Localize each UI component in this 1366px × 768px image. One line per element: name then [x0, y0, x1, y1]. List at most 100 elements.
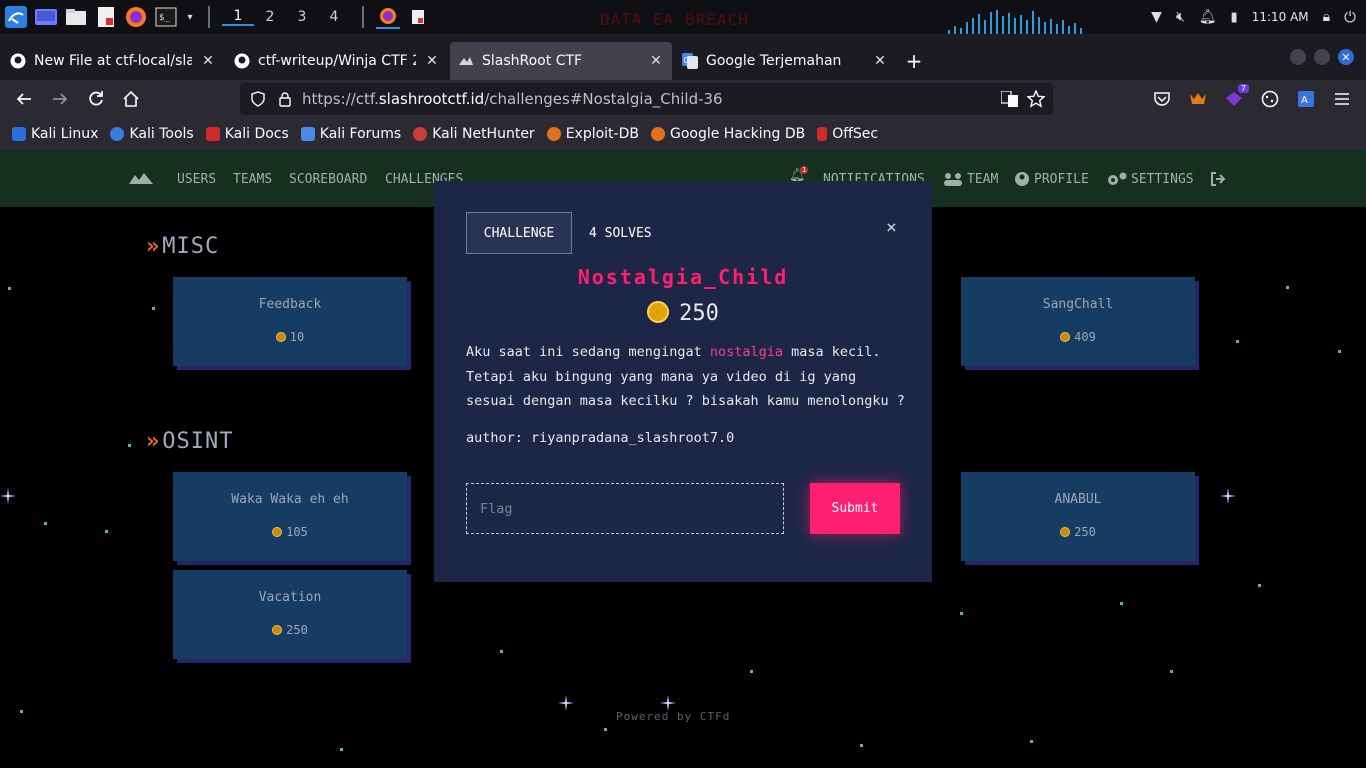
submit-button[interactable]: Submit — [810, 483, 900, 534]
file-manager-icon[interactable] — [64, 5, 88, 29]
tab-solves[interactable]: 4 SOLVES — [589, 212, 652, 254]
modal-close-button[interactable]: × — [886, 217, 897, 238]
tab-challenge[interactable]: CHALLENGE — [466, 212, 572, 254]
svg-text:$_: $_ — [159, 13, 170, 23]
bookmark-kali-linux[interactable]: Kali Linux — [12, 126, 98, 142]
tab-label: SlashRoot CTF — [482, 53, 583, 69]
user-circle-icon — [1015, 172, 1029, 186]
text-editor-icon[interactable] — [94, 5, 118, 29]
pocket-icon[interactable] — [1147, 84, 1177, 114]
bookmark-kali-tools[interactable]: Kali Tools — [110, 126, 194, 142]
challenge-card-vacation[interactable]: Vacation 250 — [173, 570, 407, 659]
kali-dragon-icon — [12, 127, 26, 141]
forward-button[interactable] — [42, 84, 78, 114]
shield-icon[interactable] — [250, 91, 266, 107]
translate-page-icon[interactable] — [1001, 91, 1019, 107]
bookmark-star-icon[interactable] — [1027, 90, 1045, 108]
url-bar[interactable]: https://ctf.slashrootctf.id/challenges#N… — [240, 83, 1053, 115]
star — [1258, 584, 1261, 587]
chevron-down-icon[interactable]: ▾ — [184, 5, 196, 29]
nav-users[interactable]: USERS — [177, 172, 216, 187]
bookmark-kali-docs[interactable]: Kali Docs — [205, 126, 289, 142]
workspace-1[interactable]: 1 — [222, 8, 254, 26]
nav-teams[interactable]: TEAMS — [233, 172, 272, 187]
translate-extension-icon[interactable]: A — [1291, 84, 1321, 114]
browser-tab-bar: New File at ctf-local/slash ✕ ctf-writeu… — [0, 34, 1366, 80]
challenge-card-sangchall[interactable]: SangChall 409 — [961, 277, 1195, 366]
mute-icon[interactable]: 🔇︎ — [1176, 9, 1185, 25]
tab-google-translate[interactable]: G Google Terjemahan ✕ — [674, 42, 896, 80]
url-path: /challenges#Nostalgia_Child-36 — [484, 90, 723, 108]
workspace-4[interactable]: 4 — [318, 9, 350, 25]
nav-scoreboard[interactable]: SCOREBOARD — [289, 172, 367, 187]
reload-button[interactable] — [78, 84, 114, 114]
kali-menu-icon[interactable] — [4, 5, 28, 29]
bookmark-label: Kali Docs — [224, 126, 289, 142]
bookmark-offsec[interactable]: OffSec — [817, 126, 878, 142]
category-misc-title: »MISC — [146, 234, 219, 259]
star — [500, 650, 503, 653]
back-button[interactable] — [6, 84, 42, 114]
tab-close-icon[interactable]: ✕ — [200, 53, 216, 69]
lock-icon[interactable]: 🔒︎ — [1323, 9, 1330, 25]
system-tray: ▼ 🔇︎ 🔔︎ ▮ 11:10 AM 🔒︎ ⏻ — [1151, 0, 1366, 34]
star — [44, 522, 47, 525]
challenge-card-feedback[interactable]: Feedback 10 — [173, 277, 407, 366]
tab-writeup[interactable]: ctf-writeup/Winja CTF 20 ✕ — [226, 42, 448, 80]
nav-settings[interactable]: SETTINGS — [1131, 172, 1194, 187]
bookmark-kali-forums[interactable]: Kali Forums — [300, 126, 402, 142]
hamburger-menu-icon[interactable] — [1327, 84, 1357, 114]
url-prefix: https://ctf. — [302, 90, 379, 108]
sparkle-icon — [660, 695, 676, 711]
battery-icon[interactable]: ▮ — [1231, 10, 1238, 25]
challenge-value: 409 — [961, 330, 1195, 344]
description-link[interactable]: nostalgia — [710, 344, 783, 360]
coin-icon — [647, 301, 670, 323]
clock[interactable]: 11:10 AM — [1252, 10, 1309, 24]
lock-icon[interactable] — [278, 91, 292, 107]
extension-fox-icon[interactable] — [1183, 84, 1213, 114]
powered-by-footer[interactable]: Powered by CTFd — [616, 710, 730, 723]
power-icon[interactable]: ⏻ — [1344, 8, 1356, 26]
star — [1236, 340, 1239, 343]
nav-profile[interactable]: PROFILE — [1034, 172, 1089, 187]
home-button[interactable] — [113, 84, 149, 114]
logout-icon[interactable] — [1210, 171, 1226, 187]
firefox-window-icon[interactable] — [376, 5, 400, 29]
ctf-logo-icon[interactable] — [128, 170, 154, 188]
new-tab-button[interactable]: + — [896, 42, 932, 80]
tab-slashroot[interactable]: SlashRoot CTF ✕ — [450, 42, 672, 80]
challenge-author: author: riyanpradana_slashroot7.0 — [466, 430, 735, 446]
bookmark-label: Kali Forums — [319, 126, 402, 142]
challenge-card-anabul[interactable]: ANABUL 250 — [961, 472, 1195, 561]
close-window-button[interactable]: ✕ — [1338, 49, 1354, 65]
minimize-button[interactable] — [1290, 49, 1306, 65]
wifi-icon[interactable]: ▼ — [1151, 9, 1162, 25]
extension-badge-icon[interactable]: 7 — [1219, 84, 1249, 114]
tab-close-icon[interactable]: ✕ — [648, 53, 664, 69]
bell-icon[interactable]: 🔔︎ — [1199, 9, 1217, 25]
cookie-icon[interactable] — [1255, 84, 1285, 114]
bookmark-label: Kali NetHunter — [432, 126, 535, 142]
tab-new-file[interactable]: New File at ctf-local/slash ✕ — [2, 42, 224, 80]
tab-close-icon[interactable]: ✕ — [872, 53, 888, 69]
terminal-icon[interactable]: $_ — [154, 5, 178, 29]
kali-tools-icon — [110, 127, 125, 141]
flag-input[interactable] — [466, 483, 784, 534]
value-text: 250 — [286, 623, 308, 637]
category-label: OSINT — [162, 429, 234, 454]
bookmark-google-hacking-db[interactable]: Google Hacking DB — [650, 126, 805, 142]
bookmark-kali-nethunter[interactable]: Kali NetHunter — [413, 126, 535, 142]
tab-close-icon[interactable]: ✕ — [424, 53, 440, 69]
show-desktop-icon[interactable] — [34, 5, 58, 29]
workspace-2[interactable]: 2 — [254, 9, 286, 25]
nav-team[interactable]: TEAM — [967, 172, 998, 187]
editor-window-icon[interactable] — [406, 5, 430, 29]
bookmark-exploit-db[interactable]: Exploit-DB — [546, 126, 639, 142]
kali-forums-icon — [300, 127, 315, 141]
star — [1030, 740, 1033, 743]
maximize-button[interactable] — [1314, 49, 1330, 65]
challenge-card-waka-waka[interactable]: Waka Waka eh eh 105 — [173, 472, 407, 561]
firefox-launcher-icon[interactable] — [124, 5, 148, 29]
workspace-3[interactable]: 3 — [286, 9, 318, 25]
